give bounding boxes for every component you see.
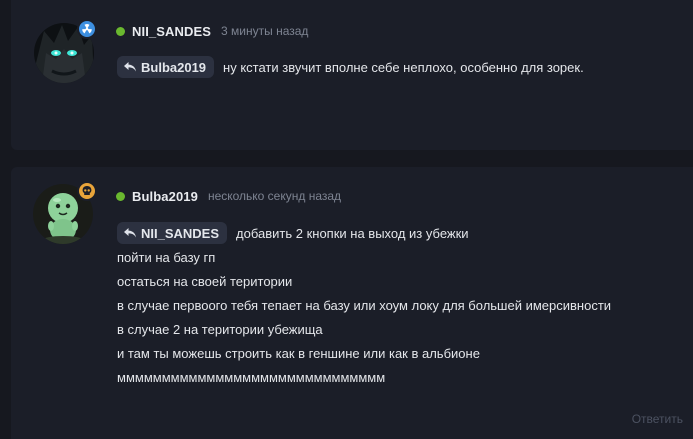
- reply-button[interactable]: Ответить: [632, 412, 683, 426]
- skull-icon: [77, 181, 97, 201]
- reply-mention-label: NII_SANDES: [141, 225, 220, 241]
- online-indicator: [116, 191, 125, 201]
- radiation-icon: [77, 19, 97, 39]
- comment-card: Bulba2019 несколько секунд назад NII_SAN…: [11, 167, 693, 439]
- reply-arrow-icon: [124, 62, 136, 72]
- comment-text-line: в случае 2 на територии убежища: [117, 322, 323, 337]
- comment-text-line: и там ты можешь строить как в геншине ил…: [117, 346, 480, 361]
- comment-text-line: пойти на базу гп: [117, 250, 216, 265]
- comment-header: NII_SANDES 3 минуты назад: [116, 22, 308, 40]
- comment-text-line: добавить 2 кнопки на выход из убежки: [236, 225, 469, 241]
- online-indicator: [116, 26, 125, 36]
- comment-header: Bulba2019 несколько секунд назад: [116, 187, 341, 205]
- comment-text-line: мммммммммммммммммммммммммммммм: [117, 370, 386, 385]
- reply-mention[interactable]: NII_SANDES: [117, 222, 228, 244]
- comment-text-line: в случае первоого тебя тепает на базу ил…: [117, 298, 612, 313]
- comment-body: Bulba2019 ну кстати звучит вполне себе н…: [117, 56, 584, 78]
- author-name[interactable]: NII_SANDES: [132, 24, 211, 39]
- author-name[interactable]: Bulba2019: [132, 189, 198, 204]
- comment-card: NII_SANDES 3 минуты назад Bulba2019 ну к…: [11, 0, 693, 150]
- reply-mention[interactable]: Bulba2019: [117, 56, 215, 78]
- reply-mention-label: Bulba2019: [141, 59, 207, 75]
- comment-text-line: остаться на своей територии: [117, 274, 293, 289]
- comment-time: несколько секунд назад: [207, 189, 342, 203]
- comment-body-first-line: NII_SANDES добавить 2 кнопки на выход из…: [117, 222, 469, 244]
- reply-arrow-icon: [124, 228, 136, 238]
- comment-time: 3 минуты назад: [221, 24, 309, 38]
- comment-text: ну кстати звучит вполне себе неплохо, ос…: [223, 59, 584, 75]
